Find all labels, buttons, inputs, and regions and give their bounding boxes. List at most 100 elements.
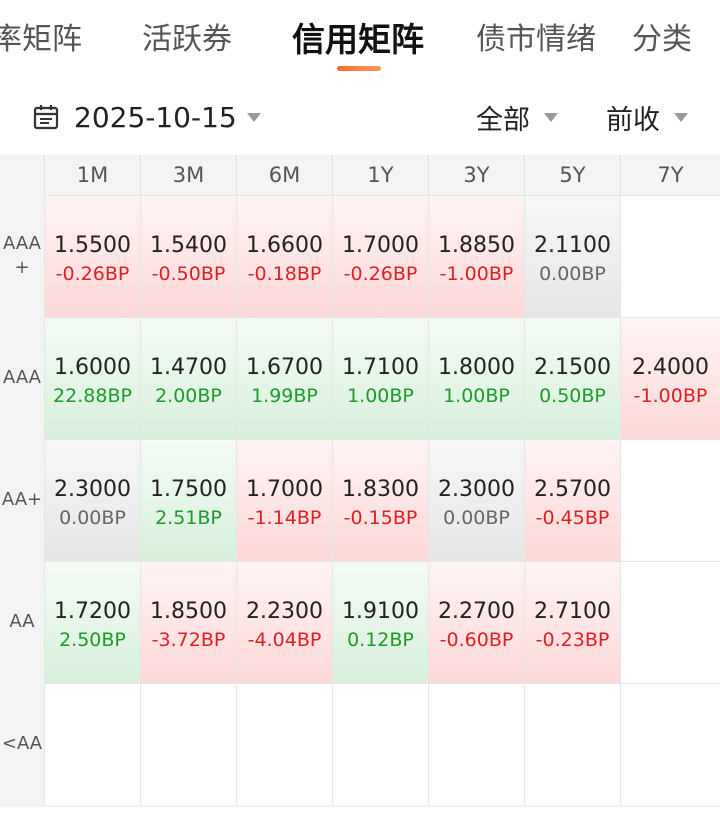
tab-credit-matrix[interactable]: 信用矩阵 <box>292 18 424 62</box>
matrix-cell[interactable]: 1.8000 1.00BP <box>428 317 524 439</box>
matrix-cell[interactable]: 2.4000 -1.00BP <box>620 317 720 439</box>
yield-value: 1.7000 <box>246 477 323 502</box>
matrix-cell[interactable]: 2.7100 -0.23BP <box>524 561 620 683</box>
yield-value: 1.7200 <box>54 599 131 624</box>
matrix-cell[interactable]: 1.7000 -1.14BP <box>236 439 332 561</box>
matrix-cell[interactable]: 1.8300 -0.15BP <box>332 439 428 561</box>
yield-value: 1.4700 <box>150 355 227 380</box>
yield-change: -0.60BP <box>439 629 514 651</box>
compare-value: 前收 <box>606 104 660 136</box>
yield-value: 1.6700 <box>246 355 323 380</box>
compare-dropdown[interactable]: 前收 <box>606 94 688 140</box>
matrix-cell[interactable]: 1.7500 2.51BP <box>140 439 236 561</box>
yield-value: 2.1100 <box>534 233 611 258</box>
yield-value: 1.8000 <box>438 355 515 380</box>
yield-value: 1.6600 <box>246 233 323 258</box>
matrix-cell[interactable]: 2.2300 -4.04BP <box>236 561 332 683</box>
credit-matrix-table: 1M 3M 6M 1Y 3Y 5Y 7Y AAA + 1.5500 -0.26BP 1.5400 -0… <box>0 155 720 807</box>
calendar-icon <box>33 105 59 130</box>
matrix-cell[interactable]: 1.6700 1.99BP <box>236 317 332 439</box>
tab-active-bonds[interactable]: 活跃券 <box>142 18 232 62</box>
column-header-1y: 1Y <box>332 155 428 195</box>
date-picker[interactable]: 2025-10-15 <box>32 94 261 140</box>
matrix-cell <box>428 683 524 805</box>
matrix-cell[interactable]: 2.1500 0.50BP <box>524 317 620 439</box>
yield-change: 2.50BP <box>59 629 126 651</box>
yield-change: 1.00BP <box>443 385 510 407</box>
yield-value: 1.5500 <box>54 233 131 258</box>
yield-change: -0.26BP <box>343 263 418 285</box>
matrix-cell[interactable]: 1.5500 -0.26BP <box>44 195 140 317</box>
tab-rate-matrix[interactable]: 率矩阵 <box>0 18 82 62</box>
matrix-cell <box>620 683 720 805</box>
yield-value: 2.2700 <box>438 599 515 624</box>
matrix-cell[interactable]: 1.5400 -0.50BP <box>140 195 236 317</box>
yield-value: 2.2300 <box>246 599 323 624</box>
matrix-cell <box>620 439 720 561</box>
yield-change: -1.00BP <box>439 263 514 285</box>
row-header: AAA <box>3 367 41 388</box>
filter-bar: 2025-10-15 全部 前收 <box>0 82 720 154</box>
yield-change: -0.15BP <box>343 507 418 529</box>
column-header-5y: 5Y <box>524 155 620 195</box>
yield-value: 1.6000 <box>54 355 131 380</box>
caret-down-icon <box>674 112 688 122</box>
column-header-row: 1M 3M 6M 1Y 3Y 5Y 7Y <box>0 155 720 195</box>
yield-value: 1.7000 <box>342 233 419 258</box>
column-header-3m: 3M <box>140 155 236 195</box>
column-header-6m: 6M <box>236 155 332 195</box>
yield-change: 0.00BP <box>443 507 510 529</box>
matrix-cell[interactable]: 1.7100 1.00BP <box>332 317 428 439</box>
yield-value: 2.3000 <box>54 477 131 502</box>
date-value: 2025-10-15 <box>74 100 237 134</box>
yield-value: 1.8500 <box>150 599 227 624</box>
scope-dropdown[interactable]: 全部 <box>476 94 558 140</box>
yield-change: -0.26BP <box>55 263 130 285</box>
yield-value: 2.3000 <box>438 477 515 502</box>
matrix-cell <box>236 683 332 805</box>
matrix-cell[interactable]: 1.7200 2.50BP <box>44 561 140 683</box>
matrix-cell[interactable]: 2.3000 0.00BP <box>44 439 140 561</box>
matrix-cell[interactable]: 2.5700 -0.45BP <box>524 439 620 561</box>
active-tab-indicator <box>337 66 381 71</box>
yield-change: -0.50BP <box>151 263 226 285</box>
matrix-cell[interactable]: 1.9100 0.12BP <box>332 561 428 683</box>
matrix-cell <box>620 561 720 683</box>
yield-change: -1.14BP <box>247 507 322 529</box>
yield-value: 1.7500 <box>150 477 227 502</box>
yield-value: 1.8850 <box>438 233 515 258</box>
matrix-cell[interactable]: 2.3000 0.00BP <box>428 439 524 561</box>
yield-change: 0.00BP <box>539 263 606 285</box>
matrix-cell[interactable]: 1.7000 -0.26BP <box>332 195 428 317</box>
matrix-cell[interactable]: 1.6000 22.88BP <box>44 317 140 439</box>
caret-down-icon <box>544 112 558 122</box>
yield-value: 2.4000 <box>632 355 709 380</box>
row-header: <AA <box>1 733 43 754</box>
row-header: AA+ <box>1 489 43 510</box>
yield-value: 1.8300 <box>342 477 419 502</box>
yield-change: 22.88BP <box>53 385 132 407</box>
yield-value: 2.7100 <box>534 599 611 624</box>
matrix-cell[interactable]: 2.1100 0.00BP <box>524 195 620 317</box>
yield-value: 2.1500 <box>534 355 611 380</box>
matrix-cell[interactable]: 1.8850 -1.00BP <box>428 195 524 317</box>
yield-value: 2.5700 <box>534 477 611 502</box>
tab-bond-sentiment[interactable]: 债市情绪 <box>476 18 596 62</box>
matrix-cell[interactable]: 2.2700 -0.60BP <box>428 561 524 683</box>
yield-change: 2.51BP <box>155 507 222 529</box>
tab-category[interactable]: 分类 <box>632 18 692 62</box>
yield-change: -0.18BP <box>247 263 322 285</box>
matrix-cell[interactable]: 1.8500 -3.72BP <box>140 561 236 683</box>
column-header-3y: 3Y <box>428 155 524 195</box>
column-header-7y: 7Y <box>620 155 720 195</box>
yield-change: -4.04BP <box>247 629 322 651</box>
row-header: AAA + <box>3 233 41 278</box>
column-header-1m: 1M <box>44 155 140 195</box>
yield-change: 0.00BP <box>59 507 126 529</box>
yield-change: 1.99BP <box>251 385 318 407</box>
yield-change: 0.50BP <box>539 385 606 407</box>
matrix-cell[interactable]: 1.4700 2.00BP <box>140 317 236 439</box>
yield-change: -3.72BP <box>151 629 226 651</box>
yield-change: -0.23BP <box>535 629 610 651</box>
matrix-cell[interactable]: 1.6600 -0.18BP <box>236 195 332 317</box>
